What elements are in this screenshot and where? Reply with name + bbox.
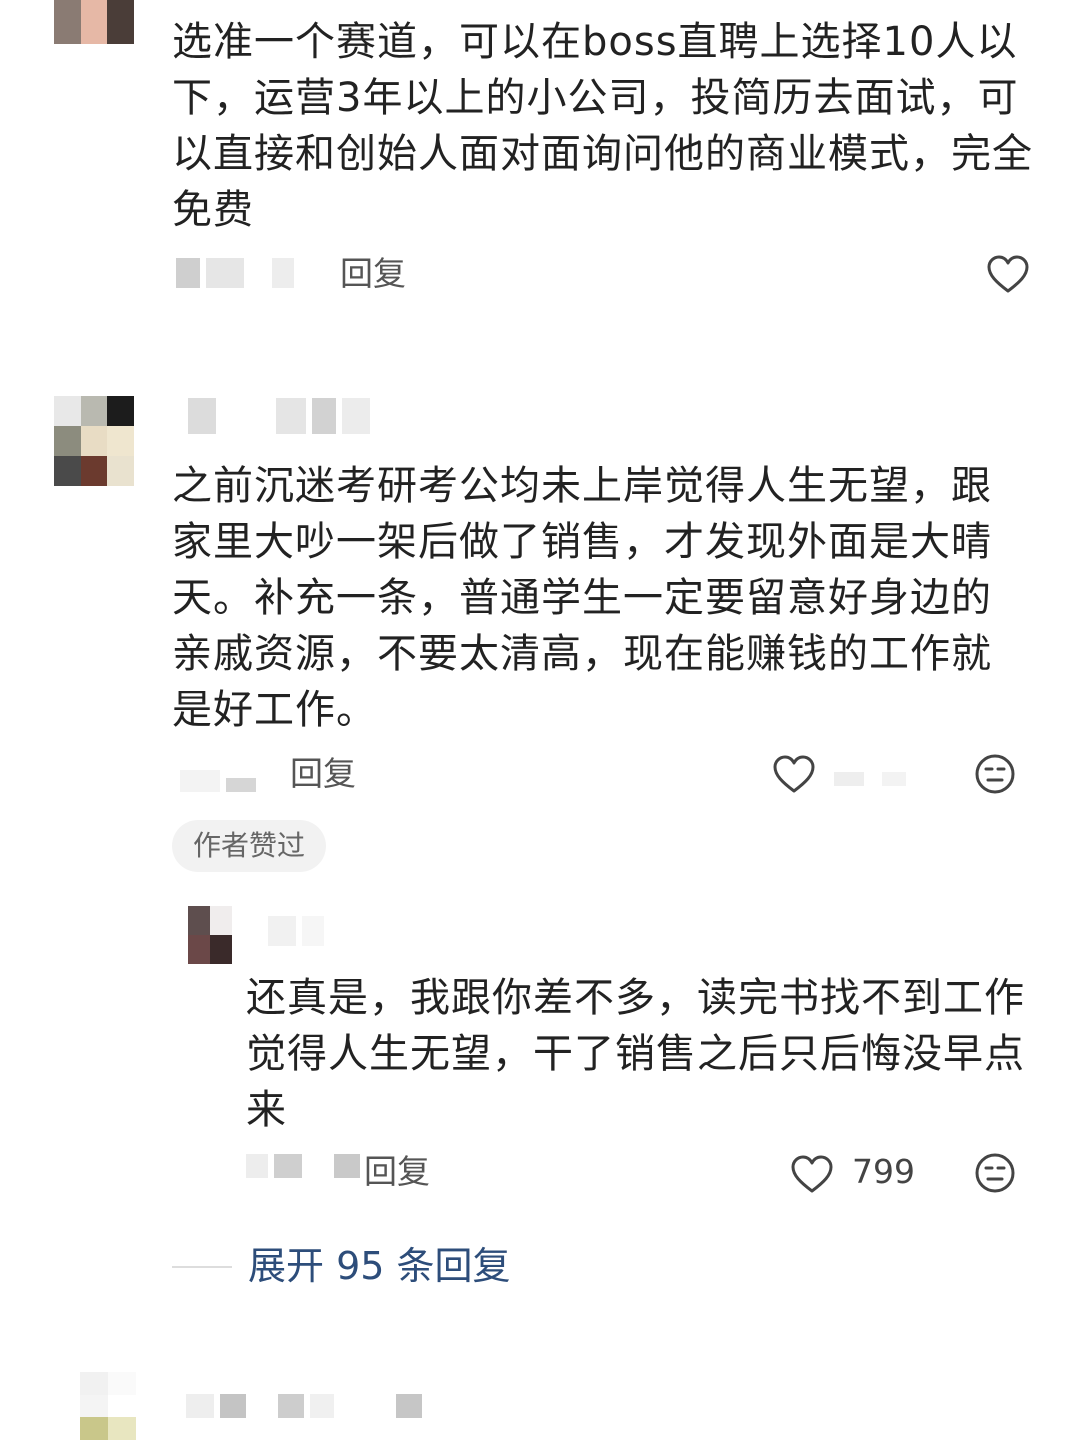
comment-text: 之前沉迷考研考公均未上岸觉得人生无望，跟家里大吵一架后做了销售，才发现外面是大晴…	[172, 463, 992, 733]
author-liked-badge: 作者赞过	[172, 820, 326, 872]
avatar[interactable]	[54, 0, 134, 44]
heart-outline-icon[interactable]	[790, 1154, 834, 1194]
reply-button[interactable]: 回复	[340, 254, 406, 294]
username-blurred[interactable]	[188, 398, 370, 434]
comment-feed: 选准一个赛道，可以在boss直聘上选择10人以下，运营3年以上的小公司，投简历去…	[0, 0, 1080, 1440]
comment-meta-blurred	[176, 258, 294, 288]
expand-divider	[172, 1266, 232, 1268]
meh-face-icon[interactable]	[974, 1152, 1016, 1194]
like-count: 799	[852, 1152, 915, 1191]
comment-text: 选准一个赛道，可以在boss直聘上选择10人以下，运营3年以上的小公司，投简历去…	[172, 19, 1033, 233]
like-count-blurred	[834, 772, 906, 786]
reply-button[interactable]: 回复	[364, 1152, 430, 1192]
expand-replies-button[interactable]: 展开 95 条回复	[248, 1243, 511, 1289]
username-blurred[interactable]	[268, 916, 324, 946]
comment-meta-blurred	[180, 770, 256, 792]
reply-text: 还真是，我跟你差不多，读完书找不到工作觉得人生无望，干了销售之后只后悔没早点来	[246, 975, 1025, 1133]
reply-button[interactable]: 回复	[290, 754, 356, 794]
heart-outline-icon[interactable]	[986, 254, 1030, 294]
avatar[interactable]	[80, 1372, 136, 1440]
username-blurred[interactable]	[186, 1394, 422, 1418]
heart-outline-icon[interactable]	[772, 754, 816, 794]
avatar[interactable]	[188, 906, 232, 964]
meh-face-icon[interactable]	[974, 753, 1016, 795]
avatar[interactable]	[54, 396, 134, 486]
reply-meta-blurred	[246, 1154, 360, 1178]
